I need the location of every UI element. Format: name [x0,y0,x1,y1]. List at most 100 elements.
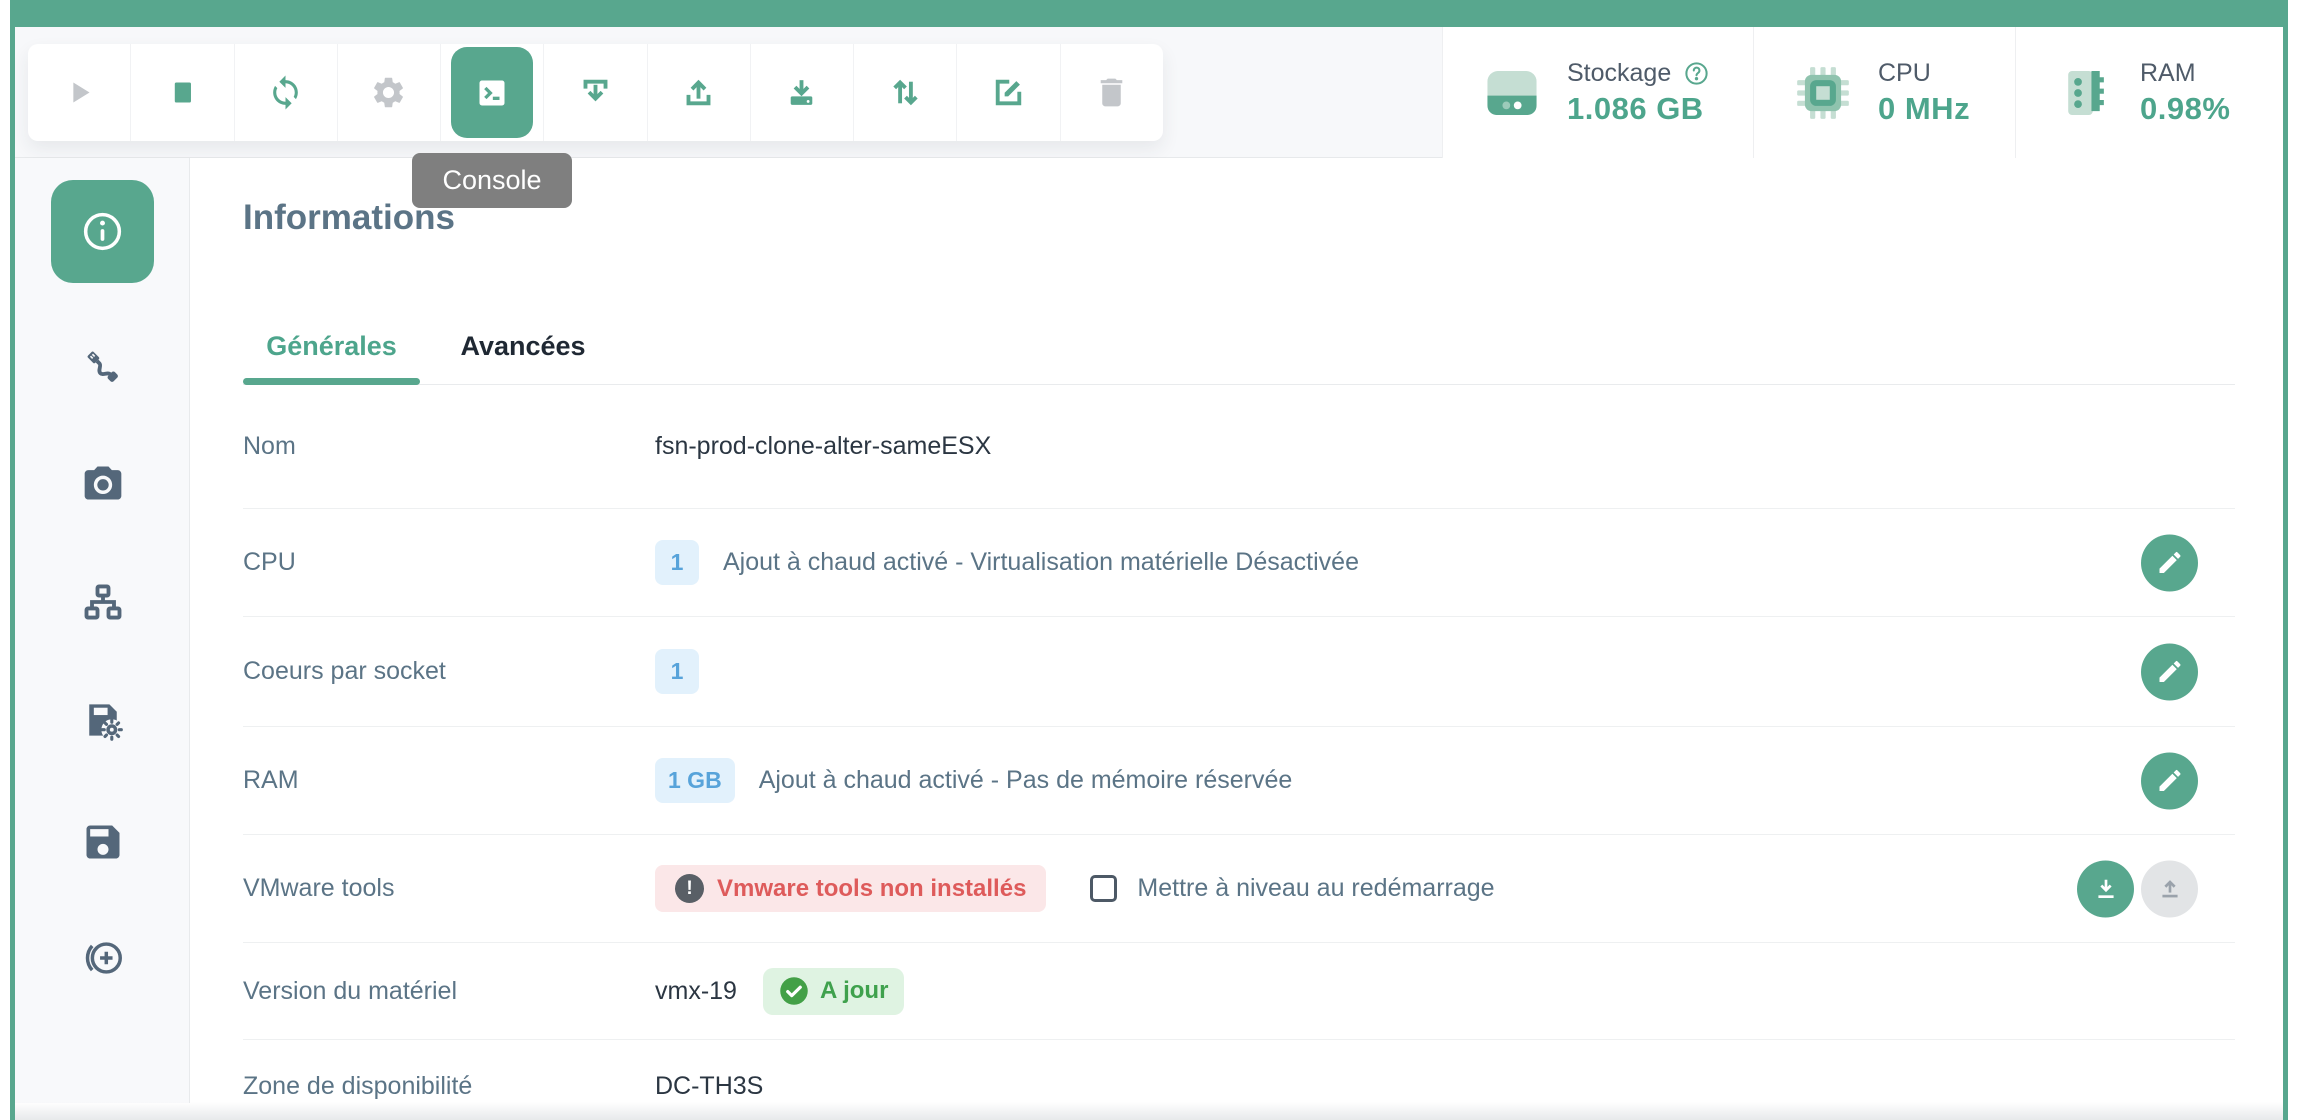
top-green-bar [10,0,2288,27]
info-tabs: Générales Avancées [243,308,598,384]
sidebar-item-devices[interactable] [51,315,154,418]
save-disk-icon [81,820,125,864]
up-to-date-badge: A jour [763,968,904,1015]
bottom-fade [15,1102,2283,1120]
active-tab-indicator [243,378,420,385]
edit-cpu-button[interactable] [2141,534,2198,591]
ram-stick-icon [2054,62,2140,124]
upload-icon [680,74,717,111]
sidebar-item-network[interactable] [51,550,154,653]
swap-vertical-icon [887,74,924,111]
pencil-icon [2156,658,2184,686]
availability-zone-value: DC-TH3S [655,1072,763,1101]
storage-stat: Stockage 1.086 GB [1442,27,1753,158]
edit-ram-button[interactable] [2141,752,2198,809]
console-button[interactable] [441,44,544,141]
edit-icon [990,74,1027,111]
vm-sections-sidebar [15,158,190,1103]
vm-detail-page: Stockage 1.086 GB CPU 0 MHz [0,0,2308,1120]
help-icon[interactable] [1683,60,1710,87]
row-label: CPU [243,548,655,577]
refresh-icon [267,74,304,111]
row-label: Version du matériel [243,977,655,1006]
console-tooltip: Console [412,153,572,208]
power-on-button[interactable] [28,44,131,141]
migrate-button[interactable] [854,44,957,141]
sidebar-item-clone[interactable] [51,906,154,1009]
storage-drive-icon [1481,62,1567,124]
upgrade-on-reboot-checkbox[interactable] [1090,875,1117,902]
stop-icon [164,74,201,111]
play-icon [61,74,98,111]
camera-snapshot-icon [81,461,125,505]
header-band: Stockage 1.086 GB CPU 0 MHz [15,27,2283,158]
main-panel: Informations Générales Avancées Nom fsn-… [190,158,2283,1120]
cpu-stat-value: 0 MHz [1878,91,1970,127]
info-table: Nom fsn-prod-clone-alter-sameESX CPU 1 A… [243,385,2235,1120]
storage-stat-value: 1.086 GB [1567,91,1710,127]
up-to-date-text: A jour [820,977,888,1005]
edit-cores-button[interactable] [2141,643,2198,700]
table-row-cpu: CPU 1 Ajout à chaud activé - Virtualisat… [243,509,2235,617]
sidebar-item-snapshots[interactable] [51,431,154,534]
console-button-active-bg [451,47,533,138]
console-terminal-icon [472,73,512,113]
console-tooltip-text: Console [442,165,541,196]
row-label: Coeurs par socket [243,657,655,686]
ram-options-text: Ajout à chaud activé - Pas de mémoire ré… [759,766,1293,795]
info-icon [79,208,126,255]
download-arrow-icon [2092,875,2120,903]
upgrade-on-reboot-label: Mettre à niveau au redémarrage [1137,874,1494,903]
network-sitemap-icon [81,580,125,624]
vm-actions-toolbar [28,44,1163,141]
cpu-stat-label: CPU [1878,59,1931,88]
ram-stat: RAM 0.98% [2015,27,2283,158]
cpu-stat: CPU 0 MHz [1753,27,2015,158]
trash-icon [1093,74,1130,111]
upgrade-vmware-tools-button[interactable] [2141,860,2198,917]
import-button[interactable] [751,44,854,141]
row-label: RAM [243,766,655,795]
table-row-ram: RAM 1 GB Ajout à chaud activé - Pas de m… [243,727,2235,835]
install-vmware-tools-button[interactable] [2077,860,2134,917]
pencil-icon [2156,549,2184,577]
ram-size-badge: 1 GB [655,758,735,803]
row-label: Zone de disponibilité [243,1072,655,1101]
cpu-chip-icon [1792,62,1878,124]
row-label: VMware tools [243,874,655,903]
export-button[interactable] [648,44,751,141]
resource-stats-panel: Stockage 1.086 GB CPU 0 MHz [1442,27,2283,158]
row-label: Nom [243,432,655,461]
table-row-nom: Nom fsn-prod-clone-alter-sameESX [243,385,2235,509]
vm-name-value: fsn-prod-clone-alter-sameESX [655,432,991,461]
power-off-button[interactable] [131,44,234,141]
circle-plus-icon [81,936,125,980]
disk-settings-icon [81,698,125,742]
delete-button[interactable] [1061,44,1163,141]
vmware-tools-alert-badge: ! Vmware tools non installés [655,865,1046,912]
tab-generales[interactable]: Générales [243,331,420,362]
tab-avancees[interactable]: Avancées [448,331,598,362]
install-pull-down-icon [577,74,614,111]
rename-button[interactable] [957,44,1060,141]
sidebar-item-backups[interactable] [51,790,154,893]
sidebar-item-disks[interactable] [51,668,154,771]
exclamation-icon: ! [675,874,704,903]
usb-cable-icon [81,345,125,389]
sidebar-item-informations[interactable] [51,180,154,283]
cores-per-socket-badge: 1 [655,649,699,694]
cpu-count-badge: 1 [655,540,699,585]
settings-button[interactable] [338,44,441,141]
table-row-vmware-tools: VMware tools ! Vmware tools non installé… [243,835,2235,943]
install-tools-button[interactable] [544,44,647,141]
storage-stat-label: Stockage [1567,59,1671,88]
cpu-options-text: Ajout à chaud activé - Virtualisation ma… [723,548,1359,577]
vmware-tools-alert-text: Vmware tools non installés [717,875,1026,903]
right-frame-line [2283,0,2288,1120]
restart-button[interactable] [235,44,338,141]
table-row-version-materiel: Version du matériel vmx-19 A jour [243,943,2235,1040]
table-row-coeurs: Coeurs par socket 1 [243,617,2235,727]
pencil-icon [2156,767,2184,795]
upload-arrow-icon [2156,875,2184,903]
ram-stat-label: RAM [2140,59,2196,88]
